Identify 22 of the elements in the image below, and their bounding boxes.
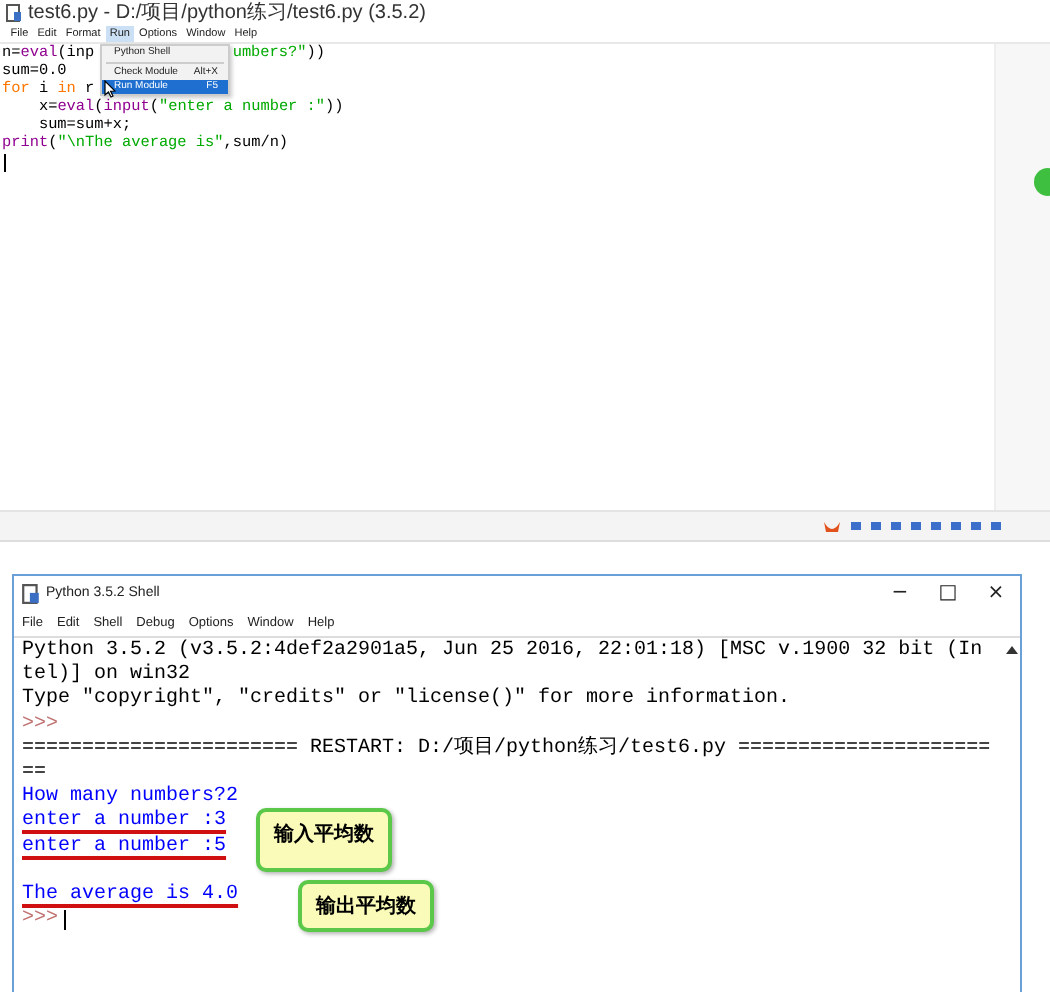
python-file-icon bbox=[22, 583, 40, 603]
console-line: >>> bbox=[22, 713, 59, 738]
window-control-button[interactable]: × bbox=[972, 582, 1020, 604]
window-title: test6.py - D:/项目/python练习/test6.py (3.5.2) bbox=[28, 0, 426, 26]
console-line: == bbox=[22, 761, 47, 786]
console-line: The average is 4.0 bbox=[22, 883, 239, 909]
mouse-pointer-icon bbox=[104, 80, 116, 98]
console-line: tel)] on win32 bbox=[22, 664, 191, 687]
scroll-up-icon[interactable] bbox=[1006, 646, 1018, 654]
console-line: How many numbers?2 bbox=[22, 786, 239, 809]
window-control-button[interactable]: □ bbox=[924, 582, 972, 604]
console-line: >>> bbox=[22, 908, 59, 933]
console-line: Python 3.5.2 (v3.5.2:4def2a2901a5, Jun 25 2016, 22:01:18) [MSC v.1900 32 bit (In bbox=[22, 640, 983, 663]
console-line: ======================= RESTART: D:/项目/python练习/test6.py ===================== bbox=[22, 737, 991, 762]
console-line: enter a number :3 bbox=[22, 810, 227, 835]
console-line: enter a number :5 bbox=[22, 835, 227, 860]
scrollbar[interactable] bbox=[994, 44, 1050, 510]
callout-note: 输入平均数 bbox=[256, 808, 392, 872]
callout-note: 输出平均数 bbox=[298, 880, 434, 932]
window-control-button[interactable]: − bbox=[876, 582, 924, 604]
console-line: Type "copyright", "credits" or "license()" for more information. bbox=[22, 688, 791, 714]
text-cursor bbox=[4, 154, 6, 172]
